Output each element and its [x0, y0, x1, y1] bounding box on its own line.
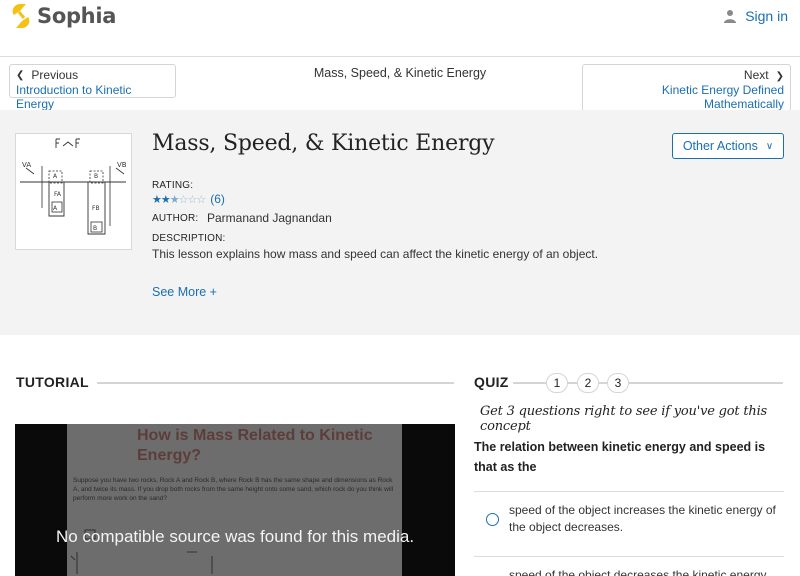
person-icon	[723, 9, 737, 23]
lesson-description: This lesson explains how mass and speed …	[152, 247, 599, 261]
slide-title: How is Mass Related to Kinetic Energy?	[137, 427, 373, 464]
answer-option-2[interactable]: speed of the object decreases the kineti…	[474, 556, 784, 576]
next-lesson-link[interactable]: Kinetic Energy Defined Mathematically	[589, 83, 784, 111]
answer-text: speed of the object decreases the kineti…	[509, 568, 767, 576]
sophia-logo-icon	[10, 3, 32, 29]
site-header: Sophia Sign in	[0, 0, 800, 57]
other-actions-dropdown[interactable]: Other Actions ∨	[672, 133, 784, 159]
quiz-question-text: The relation between kinetic energy and …	[474, 440, 766, 474]
previous-lesson-link[interactable]: Introduction to Kinetic Energy	[16, 83, 169, 111]
lesson-title: Mass, Speed, & Kinetic Energy	[152, 131, 495, 156]
lesson-info-panel: VA VB A B A B FA FB Mass, Speed, & Kinet…	[0, 110, 800, 335]
quiz-question-3[interactable]: 3	[607, 373, 629, 393]
description-label: DESCRIPTION:	[152, 233, 226, 244]
rating-count[interactable]: (6)	[210, 192, 225, 206]
author-label: AUTHOR:	[152, 213, 199, 224]
other-actions-label: Other Actions	[682, 139, 758, 153]
rating-row[interactable]: ★★★☆☆☆ (6)	[152, 192, 225, 206]
chevron-down-icon: ∨	[765, 140, 774, 152]
video-slide-preview: How is Mass Related to Kinetic Energy? S…	[67, 424, 402, 576]
svg-text:FB: FB	[92, 205, 100, 212]
lesson-thumbnail: VA VB A B A B FA FB	[15, 133, 132, 250]
quiz-heading: QUIZ	[474, 374, 509, 390]
lesson-navigation: ❮ Previous Introduction to Kinetic Energy…	[0, 57, 800, 112]
next-label: Next	[743, 68, 769, 82]
svg-text:B: B	[94, 173, 98, 180]
svg-text:A: A	[53, 205, 58, 212]
tutorial-divider	[97, 382, 454, 384]
radio-button[interactable]	[486, 513, 499, 526]
rating-stars: ★★★☆☆☆	[152, 193, 206, 206]
rating-label: RATING:	[152, 180, 194, 191]
sign-in-label: Sign in	[745, 8, 788, 24]
answer-option-1[interactable]: speed of the object increases the kineti…	[474, 491, 784, 553]
next-lesson-button[interactable]: Next ❯ Kinetic Energy Defined Mathematica…	[582, 64, 791, 112]
tutorial-video-player[interactable]: How is Mass Related to Kinetic Energy? S…	[15, 424, 455, 576]
svg-text:VA: VA	[22, 161, 31, 169]
author-name: Parmanand Jagnandan	[207, 211, 332, 225]
see-more-link[interactable]: See More +	[152, 285, 217, 299]
tutorial-heading: TUTORIAL	[16, 374, 89, 390]
quiz-question-1[interactable]: 1	[546, 373, 568, 393]
svg-text:VB: VB	[117, 161, 127, 169]
quiz-question-2[interactable]: 2	[577, 373, 599, 393]
svg-text:FA: FA	[54, 191, 62, 198]
chevron-right-icon: ❯	[775, 71, 784, 82]
svg-text:A: A	[53, 173, 58, 180]
quiz-instructions: Get 3 questions right to see if you've g…	[480, 404, 767, 434]
answer-text: speed of the object increases the kineti…	[509, 503, 776, 534]
sophia-logo[interactable]: Sophia	[10, 3, 116, 29]
sign-in-link[interactable]: Sign in	[723, 8, 788, 24]
svg-text:B: B	[93, 225, 97, 232]
no-source-message: No compatible source was found for this …	[55, 527, 415, 546]
logo-text: Sophia	[37, 4, 117, 28]
slide-text: Suppose you have two rocks, Rock A and R…	[73, 477, 394, 502]
